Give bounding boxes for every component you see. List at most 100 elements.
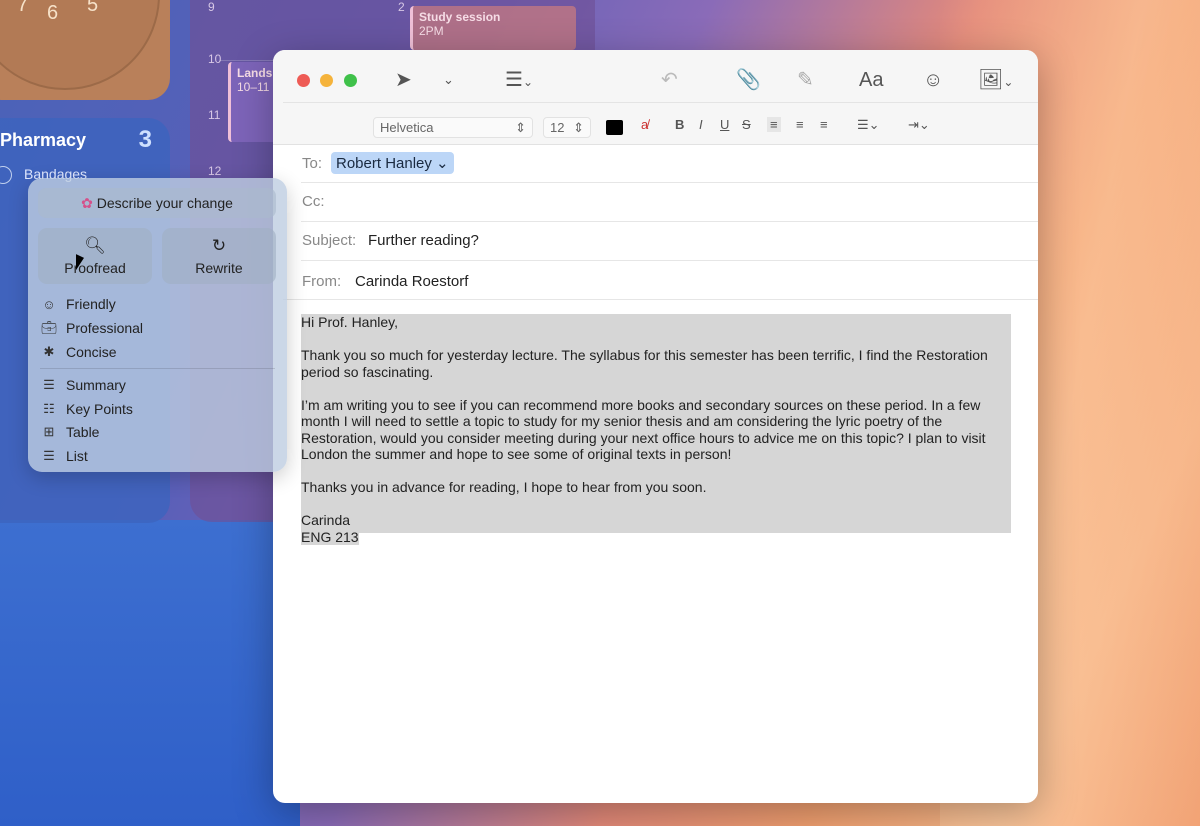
reply-icon[interactable]: ↶ (661, 68, 678, 92)
recipient-name: Robert Hanley (336, 155, 432, 172)
strikethrough-button[interactable]: S (742, 117, 751, 132)
hour-label: 12 (208, 164, 222, 178)
calendar-event[interactable]: Study session 2PM (410, 6, 576, 50)
cc-label: Cc: (302, 193, 325, 210)
menu-label: List (66, 448, 88, 464)
key-points-button[interactable]: ☷ Key Points (40, 401, 133, 417)
reminder-count: 3 (138, 126, 152, 153)
indent-icon[interactable]: ⇥⌄ (908, 117, 930, 133)
highlight-color-icon[interactable]: a̸ (641, 117, 648, 132)
summary-button[interactable]: ☰ Summary (40, 377, 126, 393)
event-title: Study session (419, 10, 501, 24)
text-color-swatch[interactable] (606, 120, 623, 135)
divider (283, 102, 1038, 103)
describe-change-button[interactable]: ✿ Describe your change (38, 188, 276, 218)
describe-label: Describe your change (96, 195, 233, 211)
from-label: From: (302, 273, 342, 290)
mouse-pointer-icon (76, 254, 84, 274)
table-icon: ⊞ (43, 424, 55, 439)
professional-button[interactable]: 💼︎ Professional (40, 320, 143, 336)
font-select[interactable]: Helvetica ⇕ (373, 117, 533, 138)
rewrite-label: Rewrite (195, 260, 243, 276)
hour-label: 10 (208, 52, 222, 66)
from-field[interactable]: Carinda Roestorf (355, 273, 468, 290)
menu-label: Table (66, 424, 100, 440)
list-button[interactable]: ☰ List (40, 448, 88, 464)
message-body[interactable]: Hi Prof. Hanley, Thank you so much for y… (301, 314, 1011, 545)
divider (301, 221, 1038, 222)
summary-icon: ☰ (43, 377, 55, 392)
bold-button[interactable]: B (675, 117, 684, 132)
subject-label: Subject: (302, 232, 357, 249)
clock-number: 6 (47, 2, 59, 24)
menu-label: Key Points (66, 401, 133, 417)
size-select[interactable]: 12 ⇕ (543, 117, 591, 138)
hour-label: 11 (208, 108, 221, 122)
size-value: 12 (550, 120, 565, 135)
menu-label: Concise (66, 344, 117, 360)
format-icon[interactable]: Aa (859, 68, 883, 92)
rewrite-icon: ↻ (211, 236, 227, 255)
align-left-icon[interactable]: ≡ (767, 117, 781, 132)
menu-label: Friendly (66, 296, 116, 312)
close-button[interactable] (297, 74, 310, 87)
proofread-label: Proofread (64, 260, 126, 276)
briefcase-icon: 💼︎ (40, 320, 58, 335)
writing-tools-popover: ✿ Describe your change 🔍︎ Proofread ↻ Rewr… (28, 178, 287, 472)
proofread-button[interactable]: 🔍︎ Proofread (38, 228, 152, 284)
body-paragraph: Hi Prof. Hanley, (301, 314, 398, 330)
font-value: Helvetica (380, 120, 434, 135)
menu-label: Summary (66, 377, 126, 393)
rewrite-button[interactable]: ↻ Rewrite (162, 228, 276, 284)
list-icon: ☰ (43, 448, 55, 463)
to-label: To: (302, 155, 323, 172)
attachment-icon[interactable]: 📎 (736, 68, 761, 92)
bullet-list-icon: ☷ (43, 401, 55, 416)
menu-label: Professional (66, 320, 144, 336)
reminder-checkbox[interactable] (0, 166, 12, 184)
hour-label: 2 (398, 0, 405, 14)
concise-icon: ✱ (43, 344, 55, 359)
apple-intelligence-icon: ✿ (81, 195, 93, 211)
event-time: 2PM (419, 24, 444, 38)
divider (301, 260, 1038, 261)
clock-face: 9 8 7 6 5 4 3 (0, 0, 160, 90)
list-icon[interactable]: ☰⌄ (857, 117, 880, 133)
smile-icon: ☺ (42, 296, 56, 312)
underline-button[interactable]: U (720, 117, 729, 132)
wallpaper (0, 520, 300, 826)
clock-number: 7 (17, 0, 29, 16)
align-right-icon[interactable]: ≡ (820, 117, 828, 132)
italic-button[interactable]: I (699, 117, 703, 132)
clock-widget[interactable]: 9 8 7 6 5 4 3 (0, 0, 170, 100)
body-paragraph: Thanks you in advance for reading, I hop… (301, 479, 707, 495)
chevron-down-icon[interactable]: ⌄ (443, 68, 454, 92)
body-paragraph: I’m am writing you to see if you can rec… (301, 396, 986, 463)
magnifier-icon: 🔍︎ (84, 236, 106, 255)
table-button[interactable]: ⊞ Table (40, 424, 100, 440)
toolbar: ➤ ⌄ ☰⌄ ↶ 📎 ✎ Aa ☺ 🖼⌄ Helvetica ⇕ 12 ⇕ a̸ B… (273, 50, 1038, 145)
recipient-chip[interactable]: Robert Hanley ⌄ (331, 152, 454, 174)
header-fields-icon[interactable]: ☰⌄ (505, 68, 533, 94)
signature-name: Carinda (301, 512, 351, 528)
signature-course: ENG 213 (301, 528, 359, 545)
concise-button[interactable]: ✱ Concise (40, 344, 117, 360)
markup-icon[interactable]: ✎ (797, 68, 814, 92)
divider (301, 182, 1038, 183)
divider (283, 299, 1038, 300)
photo-icon[interactable]: 🖼⌄ (978, 68, 1013, 94)
cc-field[interactable] (343, 193, 943, 211)
send-icon[interactable]: ➤ (395, 68, 412, 92)
align-center-icon[interactable]: ≡ (796, 117, 804, 132)
reminder-list-title: Pharmacy (0, 130, 87, 150)
emoji-icon[interactable]: ☺ (923, 68, 943, 92)
hour-label: 9 (208, 0, 215, 14)
zoom-button[interactable] (344, 74, 357, 87)
clock-number: 5 (87, 0, 99, 16)
mail-compose-window: ➤ ⌄ ☰⌄ ↶ 📎 ✎ Aa ☺ 🖼⌄ Helvetica ⇕ 12 ⇕ a̸ B… (273, 50, 1038, 803)
minimize-button[interactable] (320, 74, 333, 87)
friendly-button[interactable]: ☺ Friendly (40, 296, 116, 312)
subject-field[interactable]: Further reading? (368, 232, 479, 249)
body-paragraph: Thank you so much for yesterday lecture.… (301, 347, 988, 380)
divider (40, 368, 275, 369)
